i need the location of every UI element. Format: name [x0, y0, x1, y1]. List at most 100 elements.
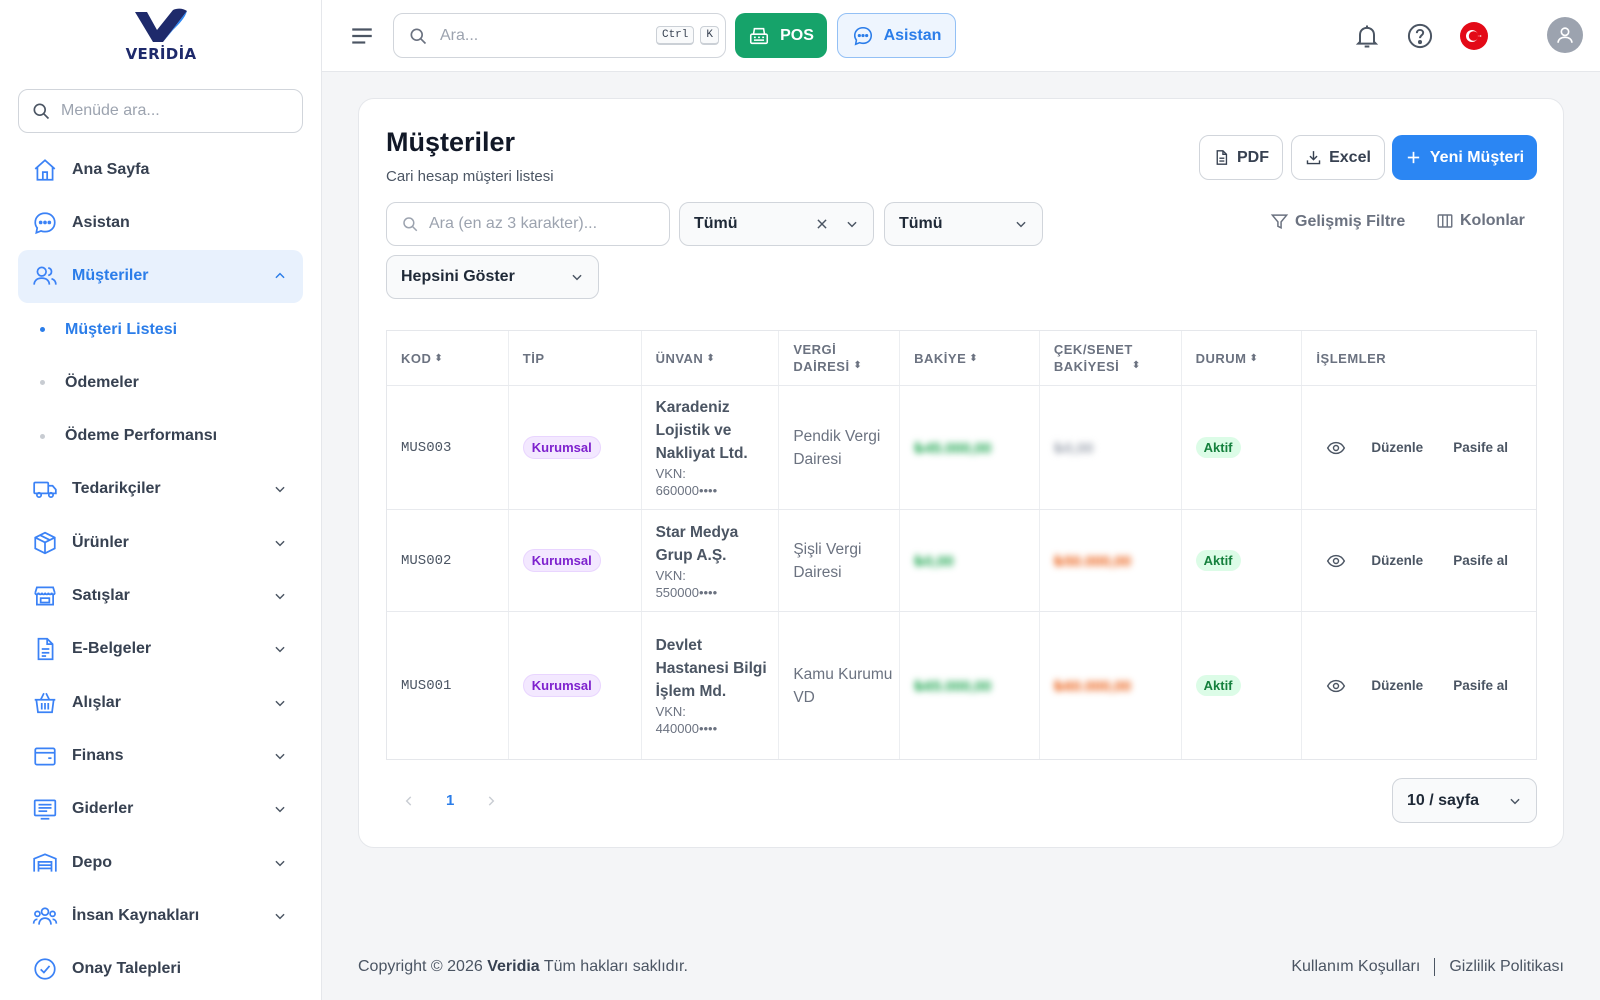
sidebar-item-e-belgeler[interactable]: E-Belgeler: [18, 623, 303, 676]
pos-button-label: POS: [780, 26, 814, 44]
sidebar-item-label: Depo: [72, 853, 112, 871]
language-flag-icon[interactable]: [1460, 22, 1488, 50]
deactivate-button[interactable]: Pasife al: [1453, 678, 1508, 693]
sidebar-item-insan-kaynaklari[interactable]: İnsan Kaynakları: [18, 889, 303, 942]
sidebar-nav: Ana Sayfa Asistan Müşteriler Müşteri Lis…: [18, 143, 303, 996]
receipt-icon: [33, 799, 57, 820]
show-filter-select[interactable]: Hepsini Göster: [386, 255, 599, 299]
status-badge: Aktif: [1195, 437, 1241, 458]
vkn-value: 550000••••: [655, 584, 718, 600]
clear-icon[interactable]: [815, 217, 829, 231]
cheque-balance-value: ₺50.000,00: [1053, 552, 1132, 570]
type-filter-select[interactable]: Tümü: [679, 202, 874, 246]
terms-link[interactable]: Kullanım Koşulları: [1291, 958, 1420, 976]
deactivate-button[interactable]: Pasife al: [1453, 553, 1508, 568]
column-header-vergi-dairesi[interactable]: VERGİ DAİRESİ ⬍: [779, 331, 901, 385]
page-size-select[interactable]: 10 / sayfa: [1392, 778, 1537, 823]
sidebar-item-tedarikciler[interactable]: Tedarikçiler: [18, 463, 303, 516]
column-header-label: DURUM: [1195, 350, 1247, 366]
column-header-tip: TİP: [509, 331, 642, 385]
vkn-label: VKN:: [655, 567, 686, 583]
menu-search-input[interactable]: Menüde ara...: [18, 89, 303, 133]
export-excel-button[interactable]: Excel: [1291, 135, 1385, 180]
column-header-label: ÇEK/SENET BAKİYESİ: [1053, 342, 1133, 374]
cash-register-icon: [750, 27, 769, 44]
sidebar-item-label: Finans: [72, 746, 124, 764]
footer-links: Kullanım Koşulları Gizlilik Politikası: [1291, 958, 1564, 976]
column-header-durum[interactable]: DURUM ⬍: [1182, 331, 1303, 385]
cell-code: MUS002: [387, 510, 509, 611]
deactivate-button[interactable]: Pasife al: [1453, 440, 1508, 455]
help-icon[interactable]: [1406, 22, 1434, 50]
sidebar-item-onay-talepleri[interactable]: Onay Talepleri: [18, 942, 303, 995]
plus-icon: [1407, 151, 1420, 164]
sidebar-item-satislar[interactable]: Satışlar: [18, 569, 303, 622]
new-customer-button[interactable]: Yeni Müşteri: [1392, 135, 1537, 180]
chevron-down-icon: [1016, 221, 1026, 228]
export-pdf-button[interactable]: PDF: [1199, 135, 1283, 180]
sort-icon[interactable]: ⬍: [1250, 350, 1259, 367]
sidebar-subitem-musteri-listesi[interactable]: Müşteri Listesi: [18, 303, 303, 356]
sidebar-item-label: Asistan: [72, 213, 130, 231]
search-icon: [410, 28, 427, 44]
customer-search-input[interactable]: Ara (en az 3 karakter)...: [386, 202, 670, 246]
sidebar-item-depo[interactable]: Depo: [18, 836, 303, 889]
column-header-bakiye[interactable]: BAKİYE ⬍: [900, 331, 1040, 385]
sidebar-item-finans[interactable]: Finans: [18, 729, 303, 782]
table-row[interactable]: MUS003 Kurumsal Karadeniz Lojistik ve Na…: [387, 386, 1536, 510]
sort-icon[interactable]: ⬍: [434, 350, 443, 367]
bell-icon[interactable]: [1353, 22, 1381, 50]
assistant-button[interactable]: Asistan: [837, 13, 956, 58]
cheque-balance-value: ₺0,00: [1053, 439, 1094, 457]
new-customer-label: Yeni Müşteri: [1429, 148, 1525, 166]
veridia-logo[interactable]: VERİDİA: [120, 8, 202, 66]
sidebar-item-label: E-Belgeler: [72, 640, 152, 658]
column-header-kod[interactable]: KOD ⬍: [387, 331, 509, 385]
advanced-filter-button[interactable]: Gelişmiş Filtre: [1270, 212, 1405, 231]
chevron-left-icon[interactable]: [402, 794, 416, 808]
pos-button[interactable]: POS: [735, 13, 827, 58]
sidebar-item-urunler[interactable]: Ürünler: [18, 516, 303, 569]
edit-button[interactable]: Düzenle: [1371, 440, 1423, 455]
status-filter-select[interactable]: Tümü: [884, 202, 1043, 246]
filter-icon: [1270, 214, 1289, 230]
type-badge: Kurumsal: [522, 674, 601, 697]
eye-icon[interactable]: [1326, 676, 1346, 696]
sidebar-item-musteriler[interactable]: Müşteriler: [18, 249, 303, 303]
columns-button[interactable]: Kolonlar: [1436, 212, 1525, 230]
user-avatar[interactable]: [1547, 17, 1583, 53]
cell-actions: Düzenle Pasife al: [1302, 612, 1536, 759]
sidebar-item-ana-sayfa[interactable]: Ana Sayfa: [18, 143, 303, 196]
sort-icon[interactable]: ⬍: [969, 350, 978, 367]
sidebar-subitem-odeme-performansi[interactable]: Ödeme Performansı: [18, 409, 303, 462]
chevron-down-icon: [275, 806, 285, 813]
sidebar-item-asistan[interactable]: Asistan: [18, 196, 303, 249]
column-header-cek-senet-bakiyesi[interactable]: ÇEK/SENET BAKİYESİ ⬍: [1040, 331, 1182, 385]
sort-icon[interactable]: ⬍: [706, 350, 715, 367]
columns-label: Kolonlar: [1460, 212, 1525, 229]
chevron-right-icon[interactable]: [484, 794, 498, 808]
privacy-link[interactable]: Gizlilik Politikası: [1449, 958, 1564, 976]
eye-icon[interactable]: [1326, 438, 1346, 458]
sidebar-subitem-odemeler[interactable]: Ödemeler: [18, 356, 303, 409]
sidebar-item-giderler[interactable]: Giderler: [18, 783, 303, 836]
table-row[interactable]: MUS001 Kurumsal Devlet Hastanesi Bilgi İ…: [387, 612, 1536, 759]
copyright-suffix: Tüm hakları saklıdır.: [543, 958, 688, 975]
eye-icon[interactable]: [1326, 551, 1346, 571]
chevron-down-icon: [275, 540, 285, 547]
cell-tax-office: Şişli Vergi Dairesi: [779, 510, 901, 611]
edit-button[interactable]: Düzenle: [1371, 553, 1423, 568]
type-filter-value: Tümü: [694, 215, 738, 232]
global-search-input[interactable]: Ara... Ctrl K: [393, 13, 726, 58]
column-header-unvan[interactable]: ÜNVAN ⬍: [642, 331, 780, 385]
page-number-current[interactable]: 1: [446, 792, 454, 809]
table-row[interactable]: MUS002 Kurumsal Star Medya Grup A.Ş. VKN:…: [387, 510, 1536, 612]
edit-button[interactable]: Düzenle: [1371, 678, 1423, 693]
sidebar-item-alislar[interactable]: Alışlar: [18, 676, 303, 729]
truck-icon: [33, 482, 57, 499]
cell-name: Devlet Hastanesi Bilgi İşlem Md. VKN: 4400…: [642, 612, 780, 759]
sort-icon[interactable]: ⬍: [853, 357, 862, 374]
menu-toggle-icon[interactable]: [349, 23, 375, 49]
global-search-placeholder: Ara...: [440, 26, 479, 44]
sort-icon[interactable]: ⬍: [1132, 357, 1141, 374]
